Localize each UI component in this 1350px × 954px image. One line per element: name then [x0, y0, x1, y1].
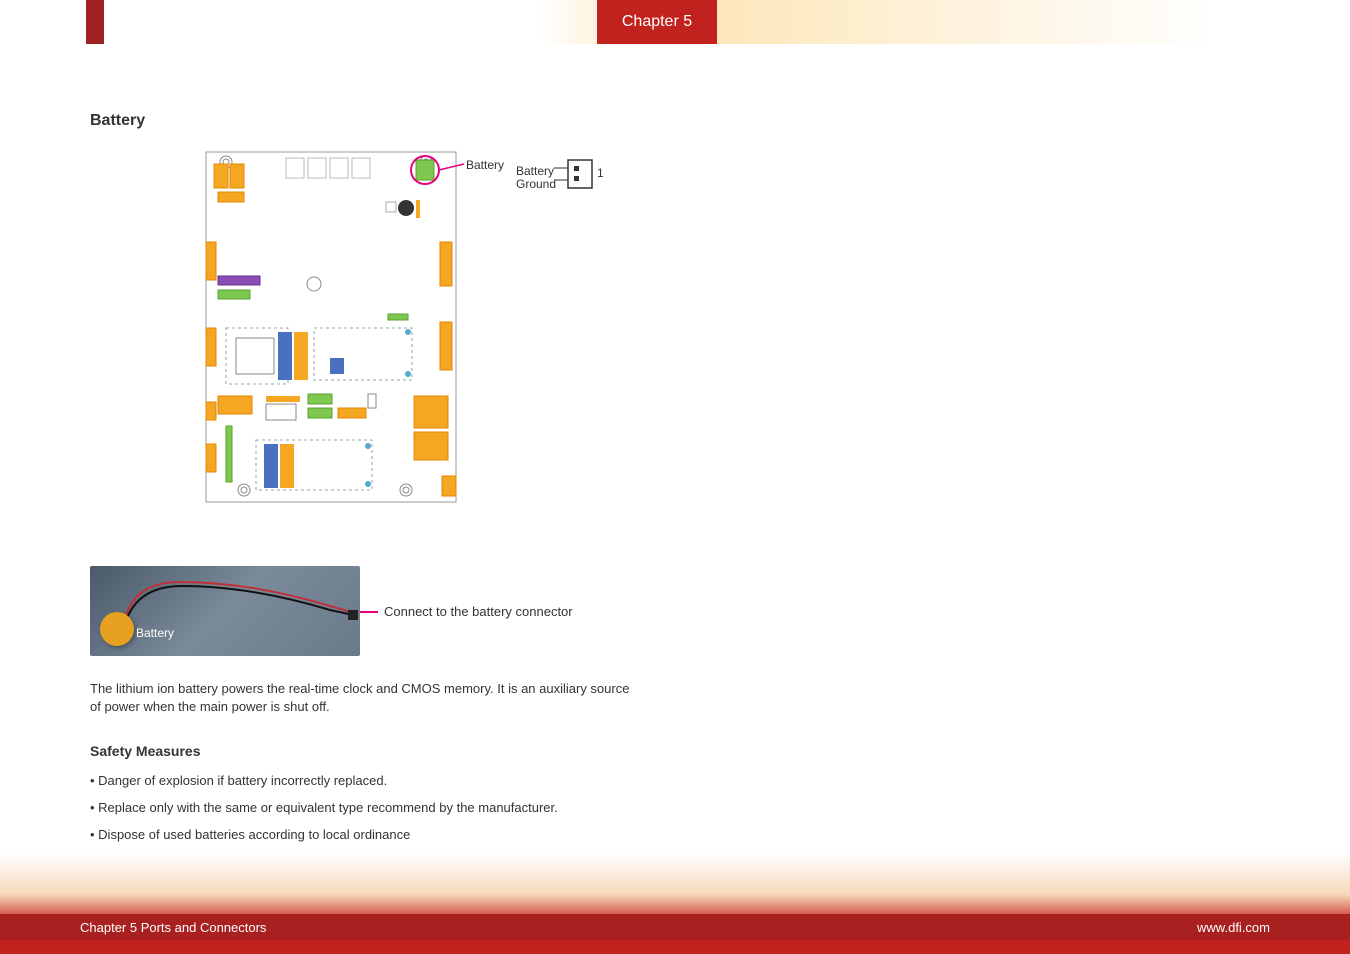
- pin-label-ground: Ground: [516, 177, 556, 191]
- content-area: Battery: [90, 112, 650, 854]
- description-text: The lithium ion battery powers the real-…: [90, 680, 640, 715]
- photo-battery-label: Battery: [136, 626, 174, 640]
- battery-cell-icon: [100, 612, 134, 646]
- safety-section: Safety Measures Danger of explosion if b…: [90, 743, 650, 842]
- photo-row: Battery Connect to the battery connector: [90, 566, 650, 656]
- header-band: Chapter 5: [0, 0, 1350, 44]
- safety-list: Danger of explosion if battery incorrect…: [90, 773, 650, 842]
- pin-label-1: 1: [597, 166, 604, 180]
- safety-item: Dispose of used batteries according to l…: [90, 827, 650, 842]
- wire-annotation: Connect to the battery connector: [384, 604, 573, 619]
- section-title: Battery: [90, 112, 650, 130]
- pin-label-battery: Battery: [516, 164, 554, 178]
- footer-right: www.dfi.com: [1197, 920, 1270, 935]
- battery-photo: Battery: [90, 566, 360, 656]
- safety-title: Safety Measures: [90, 743, 650, 759]
- footer-bar: Chapter 5 Ports and Connectors www.dfi.c…: [0, 914, 1350, 940]
- wire-svg: [90, 566, 360, 656]
- safety-item: Replace only with the same or equivalent…: [90, 800, 650, 815]
- footer-left: Chapter 5 Ports and Connectors: [80, 920, 266, 935]
- motherboard-svg: [190, 146, 600, 506]
- annotation-line: [360, 611, 378, 613]
- battery-label: Battery: [466, 158, 504, 172]
- safety-item: Danger of explosion if battery incorrect…: [90, 773, 650, 788]
- board-diagram: Battery Battery Ground 1: [190, 146, 700, 516]
- header-accent: [86, 0, 104, 44]
- chapter-tab: Chapter 5: [597, 0, 717, 44]
- annotation-text: Connect to the battery connector: [384, 604, 573, 619]
